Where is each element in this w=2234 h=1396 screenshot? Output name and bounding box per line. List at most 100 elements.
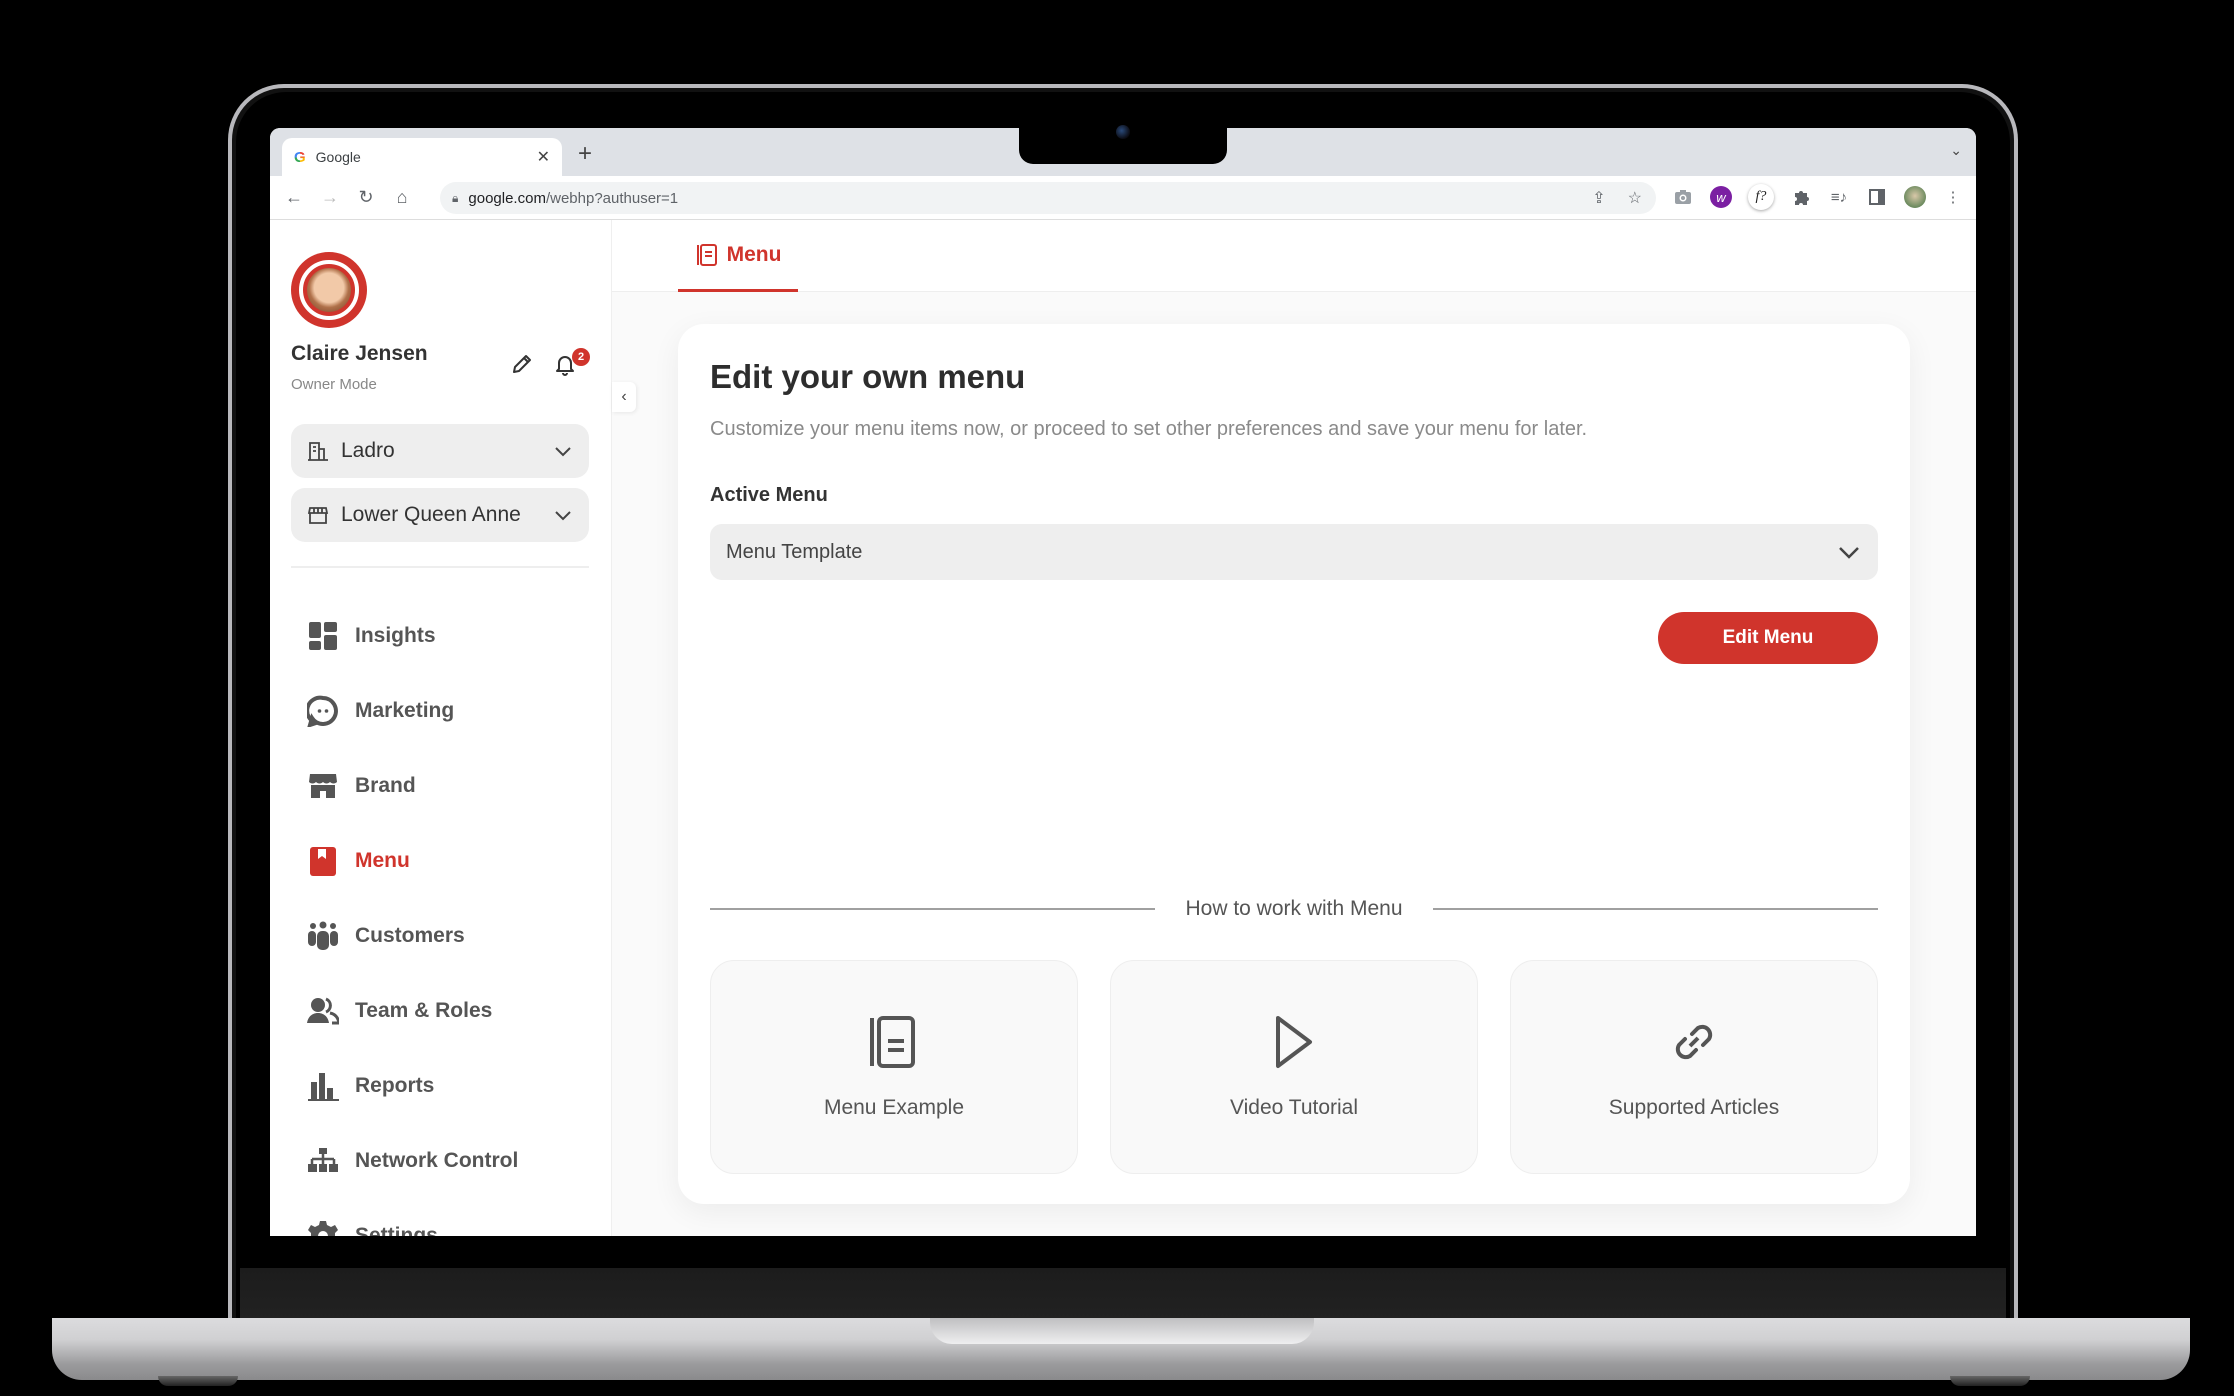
url-path: /webhp?authuser=1 <box>545 189 679 207</box>
screen: G Google ✕ + ⌄ ← → ↻ ⌂ 🔒︎ google.com/web… <box>270 128 1976 1236</box>
active-menu-select[interactable]: Menu Template <box>710 524 1878 580</box>
settings-gear-icon <box>308 1220 338 1236</box>
laptop-foot <box>158 1376 238 1386</box>
tile-video-tutorial[interactable]: Video Tutorial <box>1110 960 1478 1174</box>
top-nav: Menu <box>612 220 1976 292</box>
browser-tab[interactable]: G Google ✕ <box>282 138 562 176</box>
sidebar-item-label: Insights <box>355 623 436 647</box>
profile-avatar-icon[interactable] <box>1904 186 1926 208</box>
side-panel-icon[interactable] <box>1866 186 1888 208</box>
team-users-icon <box>307 997 339 1024</box>
tile-label: Supported Articles <box>1608 1096 1780 1119</box>
lock-icon: 🔒︎ <box>452 190 459 205</box>
browser-toolbar: ← → ↻ ⌂ 🔒︎ google.com/webhp?authuser=1 ⇪… <box>270 176 1976 220</box>
laptop-base-notch <box>930 1318 1314 1344</box>
sidebar-item-network-control[interactable]: Network Control <box>291 1123 589 1198</box>
tile-supported-articles[interactable]: Supported Articles <box>1510 960 1878 1174</box>
sidebar: Claire Jensen Owner Mode 2 Ladro Lower Q… <box>270 220 612 1236</box>
play-icon <box>1276 1016 1312 1068</box>
sidebar-item-label: Menu <box>355 848 410 872</box>
menu-document-icon <box>870 1016 915 1068</box>
more-vertical-icon[interactable]: ⋮ <box>1942 186 1964 208</box>
reports-bar-icon <box>308 1072 339 1101</box>
back-icon[interactable]: ← <box>276 187 312 208</box>
business-select-value: Ladro <box>341 439 395 462</box>
forward-icon[interactable]: → <box>312 187 348 208</box>
edit-menu-card: Edit your own menu Customize your menu i… <box>678 324 1910 1204</box>
sync-ring-icon <box>299 260 359 320</box>
brand-store-icon <box>309 773 337 798</box>
collapse-sidebar-button[interactable]: ‹ <box>612 382 636 412</box>
laptop-mockup: G Google ✕ + ⌄ ← → ↻ ⌂ 🔒︎ google.com/web… <box>0 0 2234 1396</box>
tab-title: Google <box>315 149 361 165</box>
address-bar[interactable]: 🔒︎ google.com/webhp?authuser=1 ⇪ ☆ <box>440 182 1656 214</box>
notification-badge: 2 <box>572 348 590 366</box>
marketing-chat-icon <box>307 695 338 727</box>
sidebar-divider <box>291 566 589 568</box>
tab-menu-label: Menu <box>726 242 782 266</box>
url-host: google.com <box>468 189 546 207</box>
page-title: Edit your own menu <box>710 358 1026 395</box>
insights-grid-icon <box>309 621 337 650</box>
chevron-down-icon <box>555 511 571 521</box>
sidebar-item-team-roles[interactable]: Team & Roles <box>291 973 589 1048</box>
puzzle-icon[interactable] <box>1790 186 1812 208</box>
sidebar-item-label: Settings <box>355 1223 438 1237</box>
close-tab-icon[interactable]: ✕ <box>537 147 550 167</box>
sidebar-item-menu[interactable]: Menu <box>291 823 589 898</box>
sidebar-item-label: Reports <box>355 1073 435 1097</box>
building-icon <box>308 442 328 461</box>
user-role: Owner Mode <box>291 376 377 393</box>
user-name: Claire Jensen <box>291 342 428 365</box>
user-photo <box>307 268 351 312</box>
sidebar-item-marketing[interactable]: Marketing <box>291 673 589 748</box>
tab-search-chevron-icon[interactable]: ⌄ <box>1950 142 1962 159</box>
sidebar-item-brand[interactable]: Brand <box>291 748 589 823</box>
menu-book-icon <box>310 846 336 876</box>
camera-icon[interactable] <box>1672 186 1694 208</box>
sidebar-item-customers[interactable]: Customers <box>291 898 589 973</box>
sidebar-nav: Insights Marketing Brand Menu Customers … <box>291 598 589 1236</box>
bookmark-star-icon[interactable]: ☆ <box>1628 188 1642 208</box>
tile-label: Video Tutorial <box>1229 1096 1359 1119</box>
sidebar-item-settings[interactable]: Settings <box>291 1198 589 1236</box>
sidebar-item-label: Customers <box>355 923 465 947</box>
howto-divider: How to work with Menu <box>710 894 1879 924</box>
howto-tiles: Menu Example Video Tutorial Supported Ar… <box>710 960 1878 1174</box>
sidebar-item-label: Network Control <box>355 1148 519 1172</box>
app: Claire Jensen Owner Mode 2 Ladro Lower Q… <box>270 220 1976 1236</box>
sidebar-item-insights[interactable]: Insights <box>291 598 589 673</box>
edit-pencil-icon[interactable] <box>510 352 534 376</box>
camera-icon <box>1116 125 1130 139</box>
sidebar-item-label: Marketing <box>355 698 455 722</box>
laptop-foot <box>1950 1376 2030 1386</box>
new-tab-button[interactable]: + <box>578 140 592 168</box>
tile-label: Menu Example <box>823 1096 965 1119</box>
sidebar-item-label: Team & Roles <box>355 998 493 1022</box>
sidebar-item-label: Brand <box>355 773 416 797</box>
f-question-extension-icon[interactable]: f? <box>1748 184 1774 210</box>
customers-group-icon <box>308 921 338 950</box>
menu-document-icon <box>696 243 717 266</box>
chevron-down-icon <box>555 447 571 457</box>
active-menu-value: Menu Template <box>726 540 863 563</box>
tile-menu-example[interactable]: Menu Example <box>710 960 1078 1174</box>
location-select-value: Lower Queen Anne <box>341 503 521 526</box>
edit-menu-button[interactable]: Edit Menu <box>1658 612 1878 664</box>
share-icon[interactable]: ⇪ <box>1592 188 1605 208</box>
home-icon[interactable]: ⌂ <box>384 187 420 208</box>
w-extension-icon[interactable]: w <box>1710 186 1732 208</box>
business-select[interactable]: Ladro <box>291 424 589 478</box>
link-icon <box>1675 1024 1713 1060</box>
reload-icon[interactable]: ↻ <box>348 187 384 208</box>
divider-line <box>1432 908 1879 910</box>
active-menu-label: Active Menu <box>710 484 828 506</box>
location-select[interactable]: Lower Queen Anne <box>291 488 589 542</box>
divider-line <box>710 908 1156 910</box>
network-sitemap-icon <box>308 1147 338 1172</box>
tab-menu[interactable]: Menu <box>678 220 798 292</box>
sidebar-item-reports[interactable]: Reports <box>291 1048 589 1123</box>
store-awning-icon <box>307 507 329 524</box>
avatar[interactable] <box>291 252 367 328</box>
media-queue-icon[interactable]: ≡♪ <box>1828 186 1850 208</box>
